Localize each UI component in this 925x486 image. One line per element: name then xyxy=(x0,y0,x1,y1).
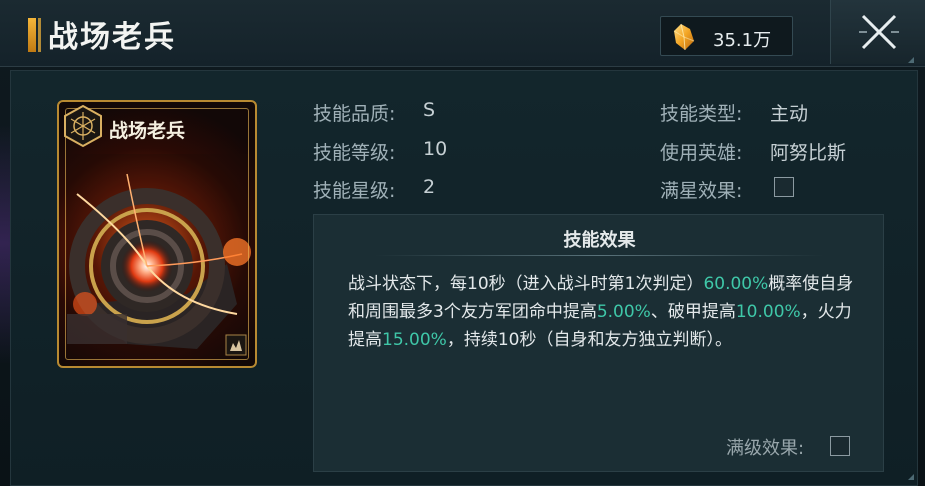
close-icon xyxy=(859,14,899,50)
title-accent-bar-thin xyxy=(38,18,41,52)
skill-effect-box: 技能效果 战斗状态下，每10秒（进入战斗时第1次判定）60.00%概率使自身和周… xyxy=(313,214,884,472)
card-title: 战场老兵 xyxy=(109,120,186,142)
effect-highlight-value: 5.00% xyxy=(596,302,651,322)
quality-value: S xyxy=(423,99,436,121)
effect-highlight-value: 60.00% xyxy=(703,274,769,294)
skill-card[interactable]: 战场老兵 xyxy=(57,100,257,368)
corner-decoration xyxy=(908,474,914,480)
type-label: 技能类型: xyxy=(660,103,743,125)
type-value: 主动 xyxy=(770,103,809,125)
level-value: 10 xyxy=(423,138,448,160)
close-button[interactable] xyxy=(830,0,925,64)
effect-text-segment: ，持续10秒（自身和友方独立判断）。 xyxy=(446,330,732,350)
effect-text-segment: 战斗状态下，每10秒（进入战斗时第1次判定） xyxy=(348,274,704,294)
skill-emblem-icon xyxy=(64,104,102,148)
hero-label: 使用英雄: xyxy=(660,142,743,164)
crystal-icon xyxy=(673,23,695,51)
level-label: 技能等级: xyxy=(313,142,396,164)
header-bar: 战场老兵 35.1万 xyxy=(0,0,925,67)
effect-title: 技能效果 xyxy=(563,230,636,251)
max-level-label: 满级效果: xyxy=(726,438,805,459)
effect-description: 战斗状态下，每10秒（进入战斗时第1次判定）60.00%概率使自身和周围最多3个… xyxy=(348,270,858,354)
star-label: 技能星级: xyxy=(313,180,396,202)
title-accent-bar xyxy=(28,18,36,52)
max-level-checkbox[interactable] xyxy=(830,436,850,456)
fire-rank-icon xyxy=(225,334,247,356)
effect-highlight-value: 10.00% xyxy=(735,302,801,322)
effect-divider xyxy=(374,255,824,256)
hero-value: 阿努比斯 xyxy=(770,142,847,164)
page-title: 战场老兵 xyxy=(48,20,176,55)
corner-decoration xyxy=(908,57,914,63)
currency-display[interactable]: 35.1万 xyxy=(660,16,793,56)
star-value: 2 xyxy=(423,176,436,198)
effect-highlight-value: 15.00% xyxy=(382,330,447,350)
quality-label: 技能品质: xyxy=(313,103,396,125)
effect-text-segment: 、破甲提高 xyxy=(650,302,736,322)
max-star-checkbox[interactable] xyxy=(774,177,794,197)
max-star-label: 满星效果: xyxy=(660,180,743,202)
currency-amount: 35.1万 xyxy=(713,30,772,51)
